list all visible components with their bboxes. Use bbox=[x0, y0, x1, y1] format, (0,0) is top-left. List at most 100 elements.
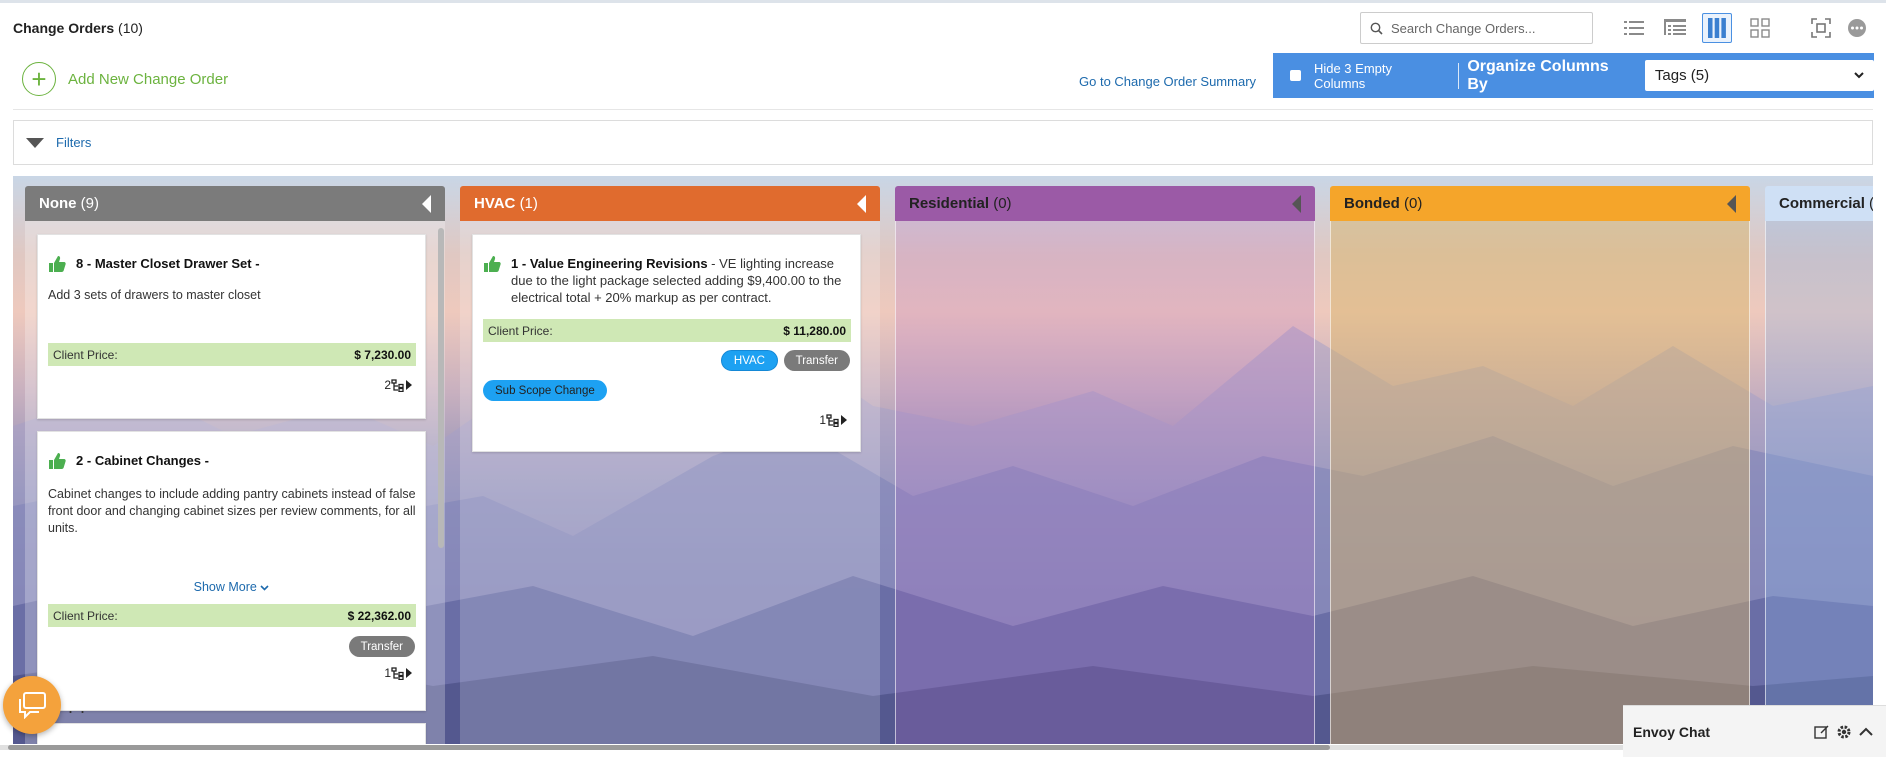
card-description: Add 3 sets of drawers to master closet bbox=[48, 288, 261, 302]
change-order-card[interactable] bbox=[37, 723, 426, 744]
search-input[interactable] bbox=[1391, 20, 1581, 36]
overflow-dots: . . bbox=[68, 697, 87, 717]
add-new-change-order-label: Add New Change Order bbox=[68, 70, 229, 88]
column-none-body: 8 - Master Closet Drawer Set - Add 3 set… bbox=[25, 221, 445, 744]
card-title[interactable]: Cabinet Changes bbox=[95, 453, 201, 468]
thumbs-up-icon bbox=[49, 453, 66, 469]
change-order-summary-link[interactable]: Go to Change Order Summary bbox=[1079, 74, 1256, 89]
header-divider bbox=[13, 109, 1873, 110]
show-more-link[interactable]: Show More bbox=[38, 580, 425, 594]
client-price-bar: Client Price: $ 7,230.00 bbox=[48, 343, 416, 366]
fullscreen-button[interactable] bbox=[1806, 13, 1836, 43]
thumbs-up-icon bbox=[49, 256, 66, 272]
gear-icon[interactable] bbox=[1836, 724, 1852, 740]
top-border bbox=[0, 0, 1886, 3]
horizontal-scrollbar[interactable] bbox=[8, 745, 1330, 750]
client-price-bar: Client Price: $ 22,362.00 bbox=[48, 604, 416, 627]
grouped-list-icon bbox=[1664, 19, 1686, 35]
collapse-column-icon[interactable] bbox=[422, 194, 431, 213]
list-view-icon bbox=[1624, 21, 1644, 35]
more-options-button[interactable] bbox=[1842, 13, 1872, 43]
collapse-column-icon[interactable] bbox=[1292, 194, 1301, 213]
chevron-up-icon[interactable] bbox=[1858, 726, 1874, 738]
grid-view-button[interactable] bbox=[1745, 13, 1775, 43]
column-hvac-body: 1 - Value Engineering Revisions - VE lig… bbox=[460, 221, 880, 744]
collapse-column-icon[interactable] bbox=[857, 194, 866, 213]
page-title: Change Orders (10) bbox=[13, 20, 143, 36]
column-bonded: Bonded (0) bbox=[1330, 186, 1750, 744]
organize-bar-divider bbox=[1458, 62, 1460, 89]
sub-items-toggle[interactable]: 2 bbox=[384, 378, 413, 392]
organize-columns-select[interactable]: Tags (5) bbox=[1644, 60, 1874, 91]
client-price-value: $ 22,362.00 bbox=[347, 608, 411, 623]
caret-right-icon bbox=[841, 415, 847, 425]
envoy-chat-label: Envoy Chat bbox=[1633, 723, 1711, 740]
tag-transfer[interactable]: Transfer bbox=[783, 350, 850, 371]
card-number: 2 bbox=[76, 453, 84, 468]
filters-toggle[interactable]: Filters bbox=[13, 120, 1873, 165]
grid-view-icon bbox=[1750, 18, 1770, 38]
column-hvac-header: HVAC (1) bbox=[460, 186, 880, 221]
column-bonded-body bbox=[1330, 221, 1750, 744]
chat-launcher-button[interactable] bbox=[3, 676, 61, 734]
hide-empty-columns-checkbox[interactable] bbox=[1290, 70, 1301, 81]
list-view-button[interactable] bbox=[1619, 13, 1649, 43]
card-title[interactable]: Master Closet Drawer Set bbox=[95, 256, 252, 271]
page-title-count: (10) bbox=[118, 20, 143, 36]
tag-hvac[interactable]: HVAC bbox=[720, 350, 778, 371]
plus-icon: + bbox=[22, 62, 56, 96]
hierarchy-icon bbox=[826, 413, 839, 427]
card-title-separator: - bbox=[201, 453, 209, 468]
column-bonded-count: (0) bbox=[1404, 195, 1423, 212]
change-order-card[interactable]: 8 - Master Closet Drawer Set - Add 3 set… bbox=[37, 234, 426, 419]
hide-empty-columns-label[interactable]: Hide 3 Empty Columns bbox=[1314, 61, 1446, 91]
card-title-row: 1 - Value Engineering Revisions - VE lig… bbox=[483, 255, 853, 306]
tag-sub-scope-change[interactable]: Sub Scope Change bbox=[483, 380, 607, 401]
sub-items-toggle[interactable]: 1 bbox=[819, 413, 848, 427]
column-scrollbar[interactable] bbox=[438, 228, 444, 548]
card-title-row: 2 - Cabinet Changes - bbox=[48, 452, 418, 470]
change-order-card[interactable]: 2 - Cabinet Changes - Cabinet changes to… bbox=[37, 431, 426, 711]
search-box[interactable] bbox=[1360, 12, 1593, 44]
card-number: 8 bbox=[76, 256, 84, 271]
column-commercial-name: Commercial bbox=[1779, 195, 1865, 212]
add-new-change-order-button[interactable]: + Add New Change Order bbox=[22, 62, 228, 96]
grouped-list-view-button[interactable] bbox=[1660, 13, 1690, 43]
client-price-label: Client Price: bbox=[53, 347, 118, 362]
sub-items-toggle[interactable]: 1 bbox=[384, 666, 413, 680]
client-price-label: Client Price: bbox=[488, 323, 553, 338]
column-hvac: HVAC (1) 1 - Value Engineering Revisions… bbox=[460, 186, 880, 744]
chevron-down-icon bbox=[1854, 72, 1864, 79]
tag-transfer[interactable]: Transfer bbox=[348, 636, 415, 657]
sub-items-count: 1 bbox=[384, 666, 391, 680]
change-order-card[interactable]: 1 - Value Engineering Revisions - VE lig… bbox=[472, 234, 861, 452]
collapse-column-icon[interactable] bbox=[1727, 194, 1736, 213]
card-number: 1 bbox=[511, 256, 519, 271]
chat-icon bbox=[19, 692, 46, 719]
client-price-bar: Client Price: $ 11,280.00 bbox=[483, 319, 851, 342]
card-description: Cabinet changes to include adding pantry… bbox=[48, 487, 416, 535]
card-title[interactable]: Value Engineering Revisions bbox=[530, 256, 708, 271]
column-residential-body bbox=[895, 221, 1315, 744]
board-view-button[interactable] bbox=[1702, 13, 1732, 43]
compose-icon[interactable] bbox=[1814, 724, 1830, 740]
organize-columns-value: Tags (5) bbox=[1654, 67, 1710, 84]
caret-down-icon bbox=[26, 137, 44, 148]
client-price-value: $ 11,280.00 bbox=[783, 323, 846, 338]
column-hvac-count: (1) bbox=[519, 195, 538, 212]
column-residential-count: (0) bbox=[993, 195, 1012, 212]
column-none-name: None bbox=[39, 195, 77, 212]
search-icon bbox=[1361, 22, 1391, 35]
column-bonded-header: Bonded (0) bbox=[1330, 186, 1750, 221]
board-view-icon bbox=[1708, 18, 1726, 38]
column-bonded-name: Bonded bbox=[1344, 195, 1400, 212]
envoy-chat-bar[interactable]: Envoy Chat bbox=[1623, 705, 1886, 757]
chevron-down-icon bbox=[260, 585, 269, 591]
client-price-label: Client Price: bbox=[53, 608, 118, 623]
column-residential-name: Residential bbox=[909, 195, 990, 212]
thumbs-up-icon bbox=[484, 256, 501, 272]
show-more-label: Show More bbox=[193, 580, 257, 594]
column-none-count: (9) bbox=[80, 195, 100, 212]
column-commercial-body bbox=[1765, 221, 1873, 744]
more-icon bbox=[1848, 19, 1866, 37]
